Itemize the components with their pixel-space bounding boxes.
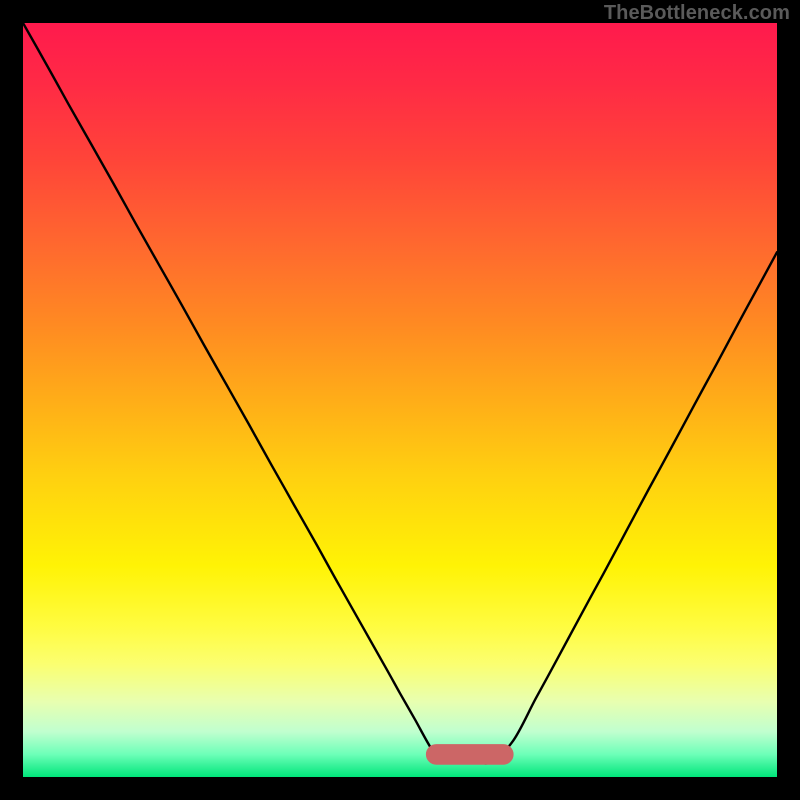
bottleneck-curve: [23, 23, 777, 763]
valley-hump: [426, 745, 513, 765]
chart-svg-layer: [23, 23, 777, 777]
chart-plot-area: [23, 23, 777, 777]
chart-stage: TheBottleneck.com: [0, 0, 800, 800]
watermark-text: TheBottleneck.com: [604, 2, 790, 25]
